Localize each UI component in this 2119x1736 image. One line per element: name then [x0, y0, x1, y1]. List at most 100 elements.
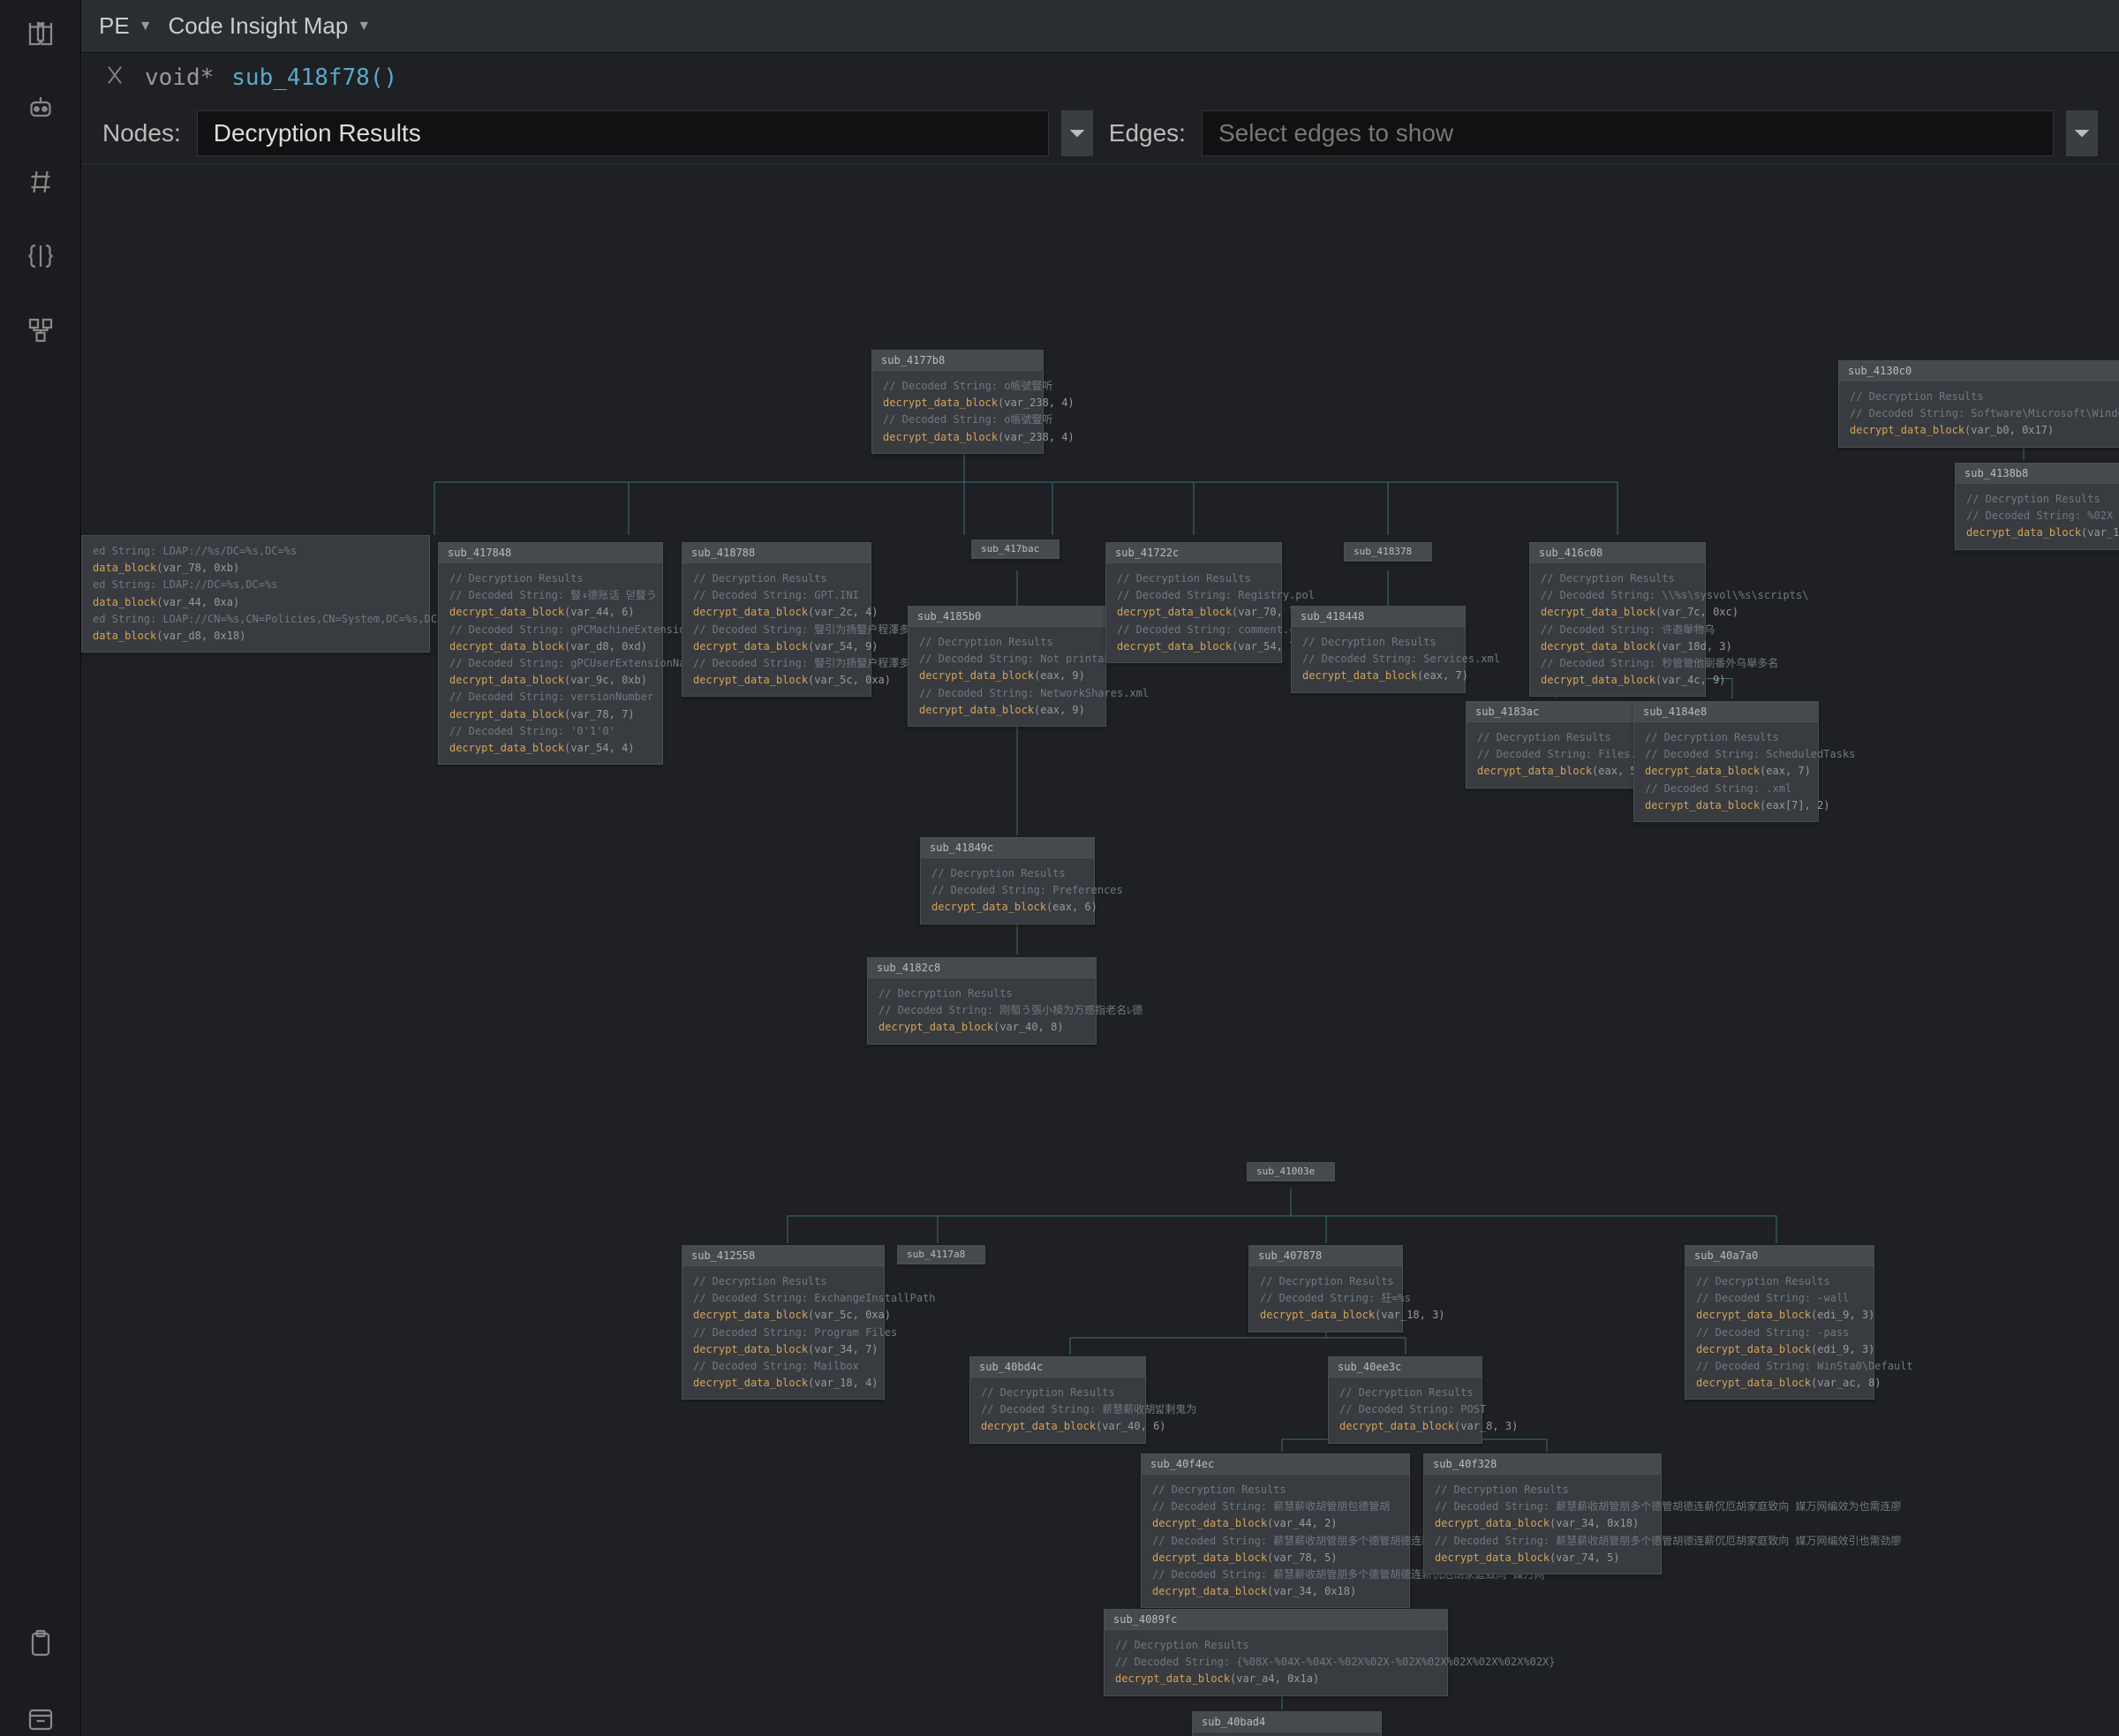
graph-node[interactable]: sub_40ee3c// Decryption Results // Decod… — [1328, 1356, 1482, 1444]
node-body: // Decryption Results // Decoded String:… — [1329, 1377, 1482, 1443]
node-body: // Decoded String: -gspddecrypt_data_blo… — [1193, 1732, 1381, 1736]
node-body: ed String: LDAP://%s/DC=%s,DC=%sdata_blo… — [82, 536, 429, 652]
node-title[interactable]: sub_418378 — [1345, 543, 1431, 561]
return-type: void* — [145, 64, 214, 91]
graph-node[interactable]: sub_4184e8// Decryption Results // Decod… — [1633, 701, 1819, 822]
graph-node[interactable]: sub_4130c0// Decryption Results // Decod… — [1838, 360, 2119, 448]
graph-node[interactable]: sub_41722c// Decryption Results // Decod… — [1105, 542, 1282, 663]
nodes-filter-label: Nodes: — [102, 119, 181, 147]
graph-node[interactable]: sub_4117a8 — [897, 1245, 985, 1264]
graph-node[interactable]: sub_407878// Decryption Results // Decod… — [1248, 1245, 1403, 1332]
braces-icon[interactable] — [23, 238, 58, 274]
edges-dropdown-button[interactable] — [2066, 110, 2098, 156]
node-title[interactable]: sub_4182c8 — [868, 958, 1096, 978]
node-title[interactable]: sub_4177b8 — [872, 351, 1043, 371]
node-body: // Decryption Results // Decoded String:… — [1467, 722, 1641, 788]
node-body: // Decryption Results // Decoded String:… — [1956, 484, 2119, 549]
graph-node[interactable]: sub_41849c// Decryption Results // Decod… — [920, 837, 1095, 925]
graph-node[interactable]: sub_418378 — [1344, 542, 1432, 562]
node-title[interactable]: sub_417bac — [972, 540, 1059, 558]
archive-icon[interactable] — [23, 1701, 58, 1736]
chevron-down-icon: ▼ — [357, 19, 371, 34]
graph-node[interactable]: sub_40f4ec// Decryption Results // Decod… — [1141, 1453, 1410, 1608]
nodes-filter-select[interactable]: Decryption Results — [197, 110, 1049, 156]
node-title[interactable]: sub_40bd4c — [970, 1357, 1145, 1377]
graph-node[interactable]: sub_418788// Decryption Results // Decod… — [682, 542, 871, 697]
node-body: // Decryption Results // Decoded String:… — [682, 1266, 884, 1399]
node-title[interactable]: sub_40f328 — [1424, 1454, 1661, 1475]
flow-icon[interactable] — [23, 313, 58, 348]
node-title[interactable]: sub_418448 — [1292, 607, 1465, 627]
node-body: // Decryption Results // Decoded String:… — [1292, 627, 1465, 692]
node-body: // Decryption Results // Decoded String:… — [868, 978, 1096, 1044]
node-body: // Decryption Results // Decoded String:… — [921, 858, 1094, 924]
graph-node[interactable]: sub_41003e — [1247, 1162, 1335, 1181]
node-title[interactable]: sub_418788 — [682, 543, 871, 563]
node-title[interactable]: sub_4183ac — [1467, 702, 1641, 722]
node-body: // Decoded String: o帳號豎听decrypt_data_blo… — [872, 371, 1043, 453]
graph-node[interactable]: sub_40a7a0// Decryption Results // Decod… — [1685, 1245, 1874, 1400]
graph-node[interactable]: sub_4177b8// Decoded String: o帳號豎听decryp… — [871, 350, 1044, 454]
node-body: // Decryption Results // Decoded String:… — [1839, 381, 2119, 447]
node-title[interactable]: sub_4138b8 — [1956, 464, 2119, 484]
node-title[interactable]: sub_40bad4 — [1193, 1712, 1381, 1732]
node-title[interactable]: sub_412558 — [682, 1246, 884, 1266]
node-title[interactable]: sub_41722c — [1106, 543, 1281, 563]
top-bar: PE ▼ Code Insight Map ▼ — [81, 0, 2119, 53]
node-body: // Decryption Results // Decoded String:… — [682, 563, 871, 696]
node-title[interactable]: sub_4185b0 — [909, 607, 1105, 627]
node-title[interactable]: sub_407878 — [1249, 1246, 1402, 1266]
node-body: // Decryption Results // Decoded String:… — [1105, 1630, 1447, 1695]
graph-node[interactable]: sub_4182c8// Decryption Results // Decod… — [867, 957, 1097, 1045]
graph-node[interactable]: sub_4138b8// Decryption Results // Decod… — [1955, 463, 2119, 550]
nodes-dropdown-button[interactable] — [1061, 110, 1093, 156]
node-title[interactable]: sub_4089fc — [1105, 1610, 1447, 1630]
graph-node[interactable]: ed String: LDAP://%s/DC=%s,DC=%sdata_blo… — [81, 535, 430, 653]
node-title[interactable]: sub_40a7a0 — [1685, 1246, 1874, 1266]
graph-node[interactable]: sub_4089fc// Decryption Results // Decod… — [1104, 1609, 1448, 1696]
filter-bar: Nodes: Decryption Results Edges: Select … — [81, 102, 2119, 164]
chevron-down-icon: ▼ — [139, 19, 153, 34]
view-dropdown[interactable]: Code Insight Map ▼ — [169, 12, 372, 40]
node-title[interactable]: sub_4130c0 — [1839, 361, 2119, 381]
graph-node[interactable]: sub_4185b0// Decryption Results // Decod… — [908, 606, 1106, 727]
graph-node[interactable]: sub_417848// Decryption Results // Decod… — [438, 542, 663, 765]
graph-node[interactable]: sub_418448// Decryption Results // Decod… — [1291, 606, 1466, 693]
node-body: // Decryption Results // Decoded String:… — [1634, 722, 1818, 821]
node-title[interactable]: sub_4184e8 — [1634, 702, 1818, 722]
graph-node[interactable]: sub_40f328// Decryption Results // Decod… — [1423, 1453, 1662, 1574]
node-body: // Decryption Results // Decoded String:… — [1249, 1266, 1402, 1332]
node-title[interactable]: sub_416c08 — [1530, 543, 1705, 563]
file-type-dropdown[interactable]: PE ▼ — [99, 12, 153, 40]
node-body: // Decryption Results // Decoded String:… — [970, 1377, 1145, 1443]
graph-node[interactable]: sub_416c08// Decryption Results // Decod… — [1529, 542, 1706, 697]
node-title[interactable]: sub_41003e — [1248, 1163, 1334, 1181]
graph-node[interactable]: sub_40bad4// Decoded String: -gspddecryp… — [1192, 1711, 1382, 1736]
function-icon — [102, 63, 127, 94]
node-body: // Decryption Results // Decoded String:… — [909, 627, 1105, 726]
graph-node[interactable]: sub_417bac — [971, 540, 1060, 559]
view-label: Code Insight Map — [169, 12, 349, 40]
bot-icon[interactable] — [23, 90, 58, 125]
file-type-label: PE — [99, 12, 130, 40]
edges-filter-select[interactable]: Select edges to show — [1202, 110, 2054, 156]
graph-canvas[interactable]: ed String: LDAP://%s/DC=%s,DC=%sdata_blo… — [81, 164, 2119, 1736]
left-sidebar — [0, 0, 81, 1736]
hash-icon[interactable] — [23, 164, 58, 200]
graph-node[interactable]: sub_40bd4c// Decryption Results // Decod… — [969, 1356, 1146, 1444]
graph-node[interactable]: sub_412558// Decryption Results // Decod… — [682, 1245, 885, 1400]
node-body: // Decryption Results // Decoded String:… — [1530, 563, 1705, 696]
node-body: // Decryption Results // Decoded String:… — [439, 563, 662, 764]
node-title[interactable]: sub_40f4ec — [1142, 1454, 1409, 1475]
clipboard-icon[interactable] — [23, 1627, 58, 1662]
function-name[interactable]: sub_418f78() — [231, 64, 397, 91]
graph-node[interactable]: sub_4183ac// Decryption Results // Decod… — [1466, 701, 1642, 789]
node-title[interactable]: sub_417848 — [439, 543, 662, 563]
book-icon[interactable] — [23, 16, 58, 51]
node-title[interactable]: sub_40ee3c — [1329, 1357, 1482, 1377]
node-body: // Decryption Results // Decoded String:… — [1424, 1475, 1661, 1574]
node-title[interactable]: sub_41849c — [921, 838, 1094, 858]
node-body: // Decryption Results // Decoded String:… — [1106, 563, 1281, 662]
node-body: // Decryption Results // Decoded String:… — [1685, 1266, 1874, 1399]
node-title[interactable]: sub_4117a8 — [898, 1246, 984, 1264]
